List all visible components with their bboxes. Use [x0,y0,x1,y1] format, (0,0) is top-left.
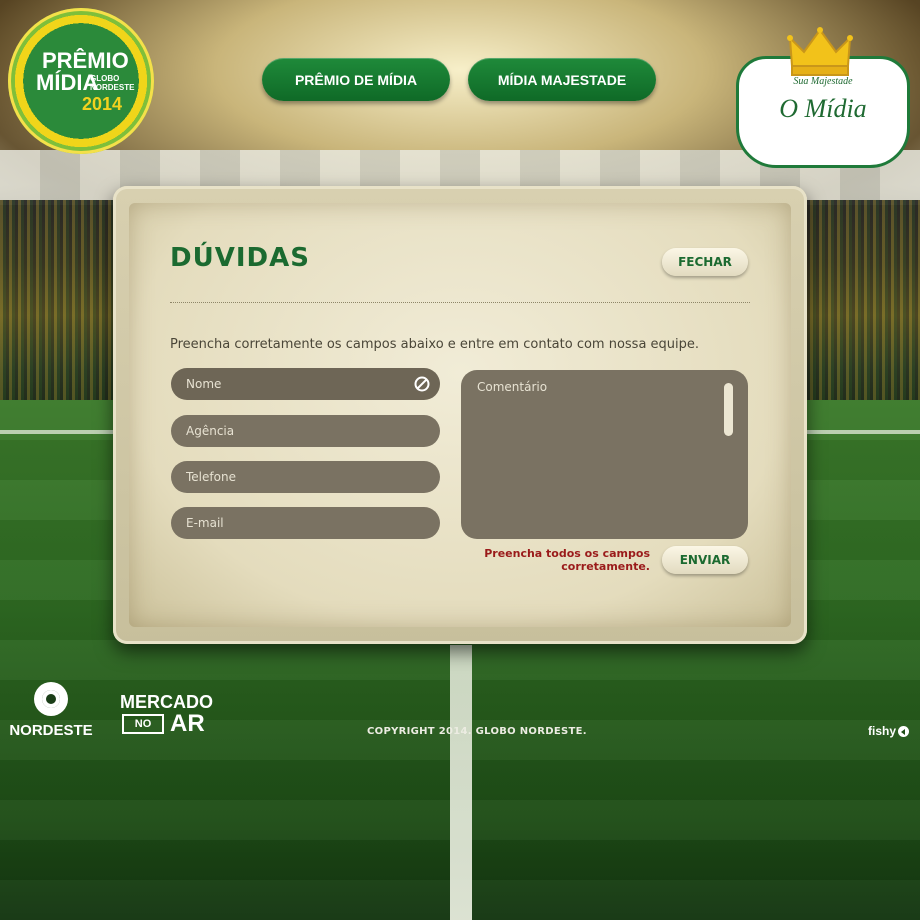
mercado-no-ar-logo[interactable]: MERCADO NO AR [120,692,213,742]
validation-error: Preencha todos os campos corretamente. [470,547,650,573]
phone-field[interactable] [171,461,440,493]
mercado-box-word: NO [122,714,164,734]
close-button[interactable]: FECHAR [662,248,748,276]
logo-title: O Mídia [779,94,867,123]
agency-field[interactable] [171,415,440,447]
mercado-ar-word: AR [170,710,205,737]
logo-word-globo-nordeste: GLOBO NORDESTE [90,74,135,92]
premio-midia-logo[interactable]: PRÊMIO MÍDIA GLOBO NORDESTE 2014 [8,8,154,154]
divider [170,302,750,303]
blocked-icon [414,376,430,392]
comment-scrollbar[interactable] [724,383,733,436]
sua-majestade-logo[interactable]: Sua Majestade O Mídia [734,26,912,168]
error-line-2: corretamente. [561,560,650,573]
comment-field[interactable] [461,370,748,539]
crown-icon [787,27,853,76]
nav-midia-majestade-button[interactable]: MÍDIA MAJESTADE [468,58,656,101]
fishy-arrow-icon [898,725,910,737]
pitch-center-line [450,645,472,920]
globo-icon [34,682,68,716]
fishy-word: fishy [868,724,897,738]
logo-year: 2014 [82,94,123,114]
nav-premio-de-midia-button[interactable]: PRÊMIO DE MÍDIA [262,58,450,101]
copyright-text: COPYRIGHT 2014. GLOBO NORDESTE. [367,726,587,737]
intro-text: Preencha corretamente os campos abaixo e… [170,337,700,352]
fishy-credit-link[interactable]: fishy [868,724,910,738]
modal-title: DÚVIDAS [170,243,310,273]
globo-word: NORDESTE [9,722,93,739]
name-field[interactable] [171,368,440,400]
email-field[interactable] [171,507,440,539]
logo-subtitle: Sua Majestade [793,76,853,87]
send-button[interactable]: ENVIAR [662,546,748,574]
logo-word-midia: MÍDIA [36,70,99,95]
error-line-1: Preencha todos os campos [484,547,650,560]
globo-nordeste-logo[interactable]: NORDESTE [8,682,94,742]
